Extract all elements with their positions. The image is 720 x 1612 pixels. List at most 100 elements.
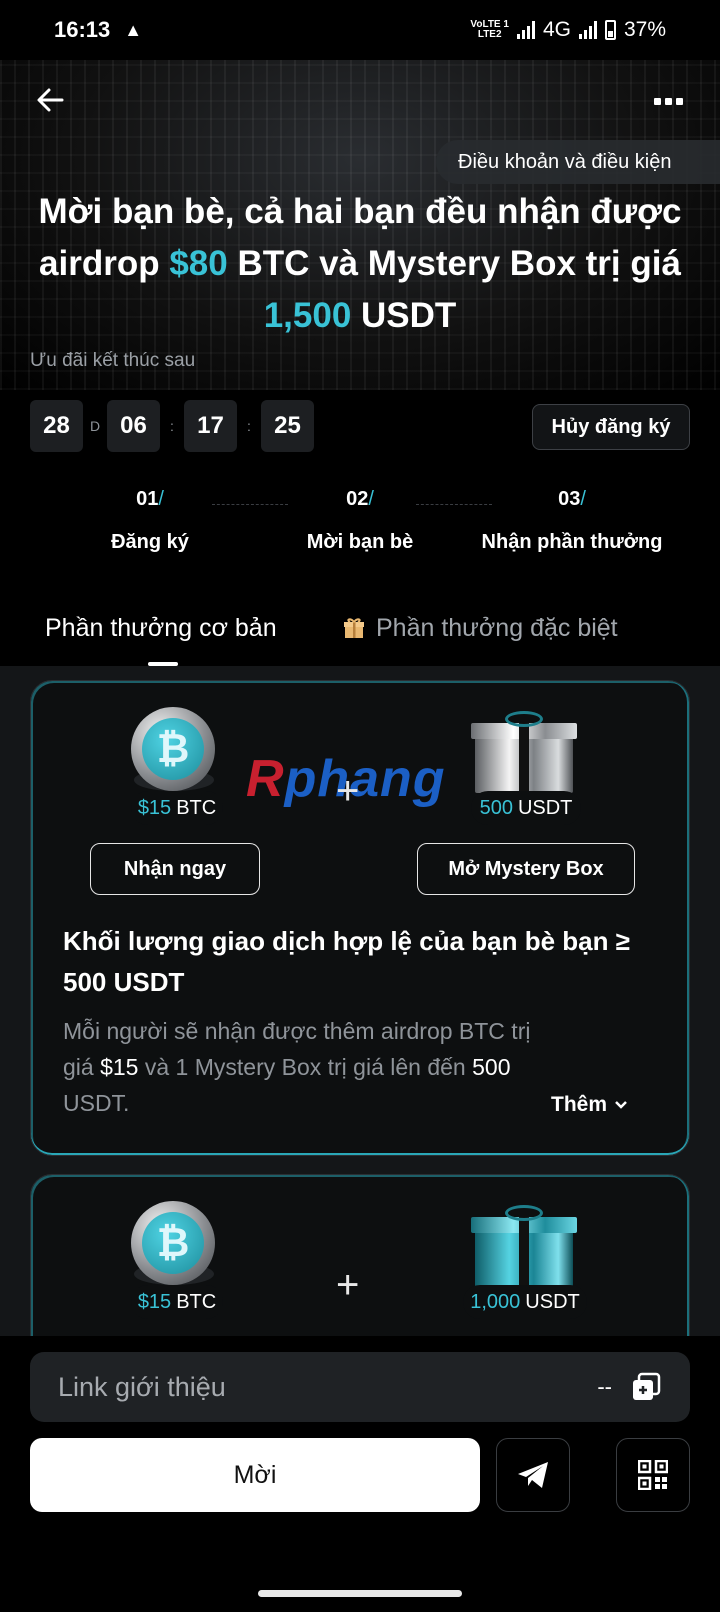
step-slash: /: [368, 488, 374, 510]
signal-2-icon: [578, 21, 597, 39]
back-arrow-icon[interactable]: [34, 84, 66, 116]
rewards-list[interactable]: ₿ $15 BTC Rphang + 500 USDT Nhận ngay Mở M…: [0, 666, 720, 1336]
status-bar: 16:13 ▲ VoLTE 1 LTE2 4G 37%: [0, 0, 720, 60]
step-slash: /: [580, 488, 586, 510]
step-number: 03/: [472, 488, 672, 511]
step-number: 01/: [100, 488, 200, 511]
step-divider: [212, 504, 288, 505]
countdown-label: Ưu đãi kết thúc sau: [30, 350, 196, 371]
qr-code-button[interactable]: [616, 1438, 690, 1512]
reward-card: ₿ $15 BTC + 1,000 USDT: [30, 1174, 690, 1336]
title-line-2: airdrop $80 BTC và Mystery Box trị giá: [20, 238, 700, 290]
qr-code-icon: [638, 1460, 668, 1490]
step-num-text: 03: [558, 488, 581, 510]
home-indicator[interactable]: [258, 1590, 462, 1597]
btc-reward-pill: $15 BTC: [131, 791, 223, 825]
box-unit: USDT: [517, 796, 573, 819]
box-unit: USDT: [525, 1290, 580, 1313]
step-invite: 02/ Mời bạn bè: [295, 488, 425, 554]
step-slash: /: [158, 488, 164, 510]
step-num-text: 02: [346, 488, 369, 510]
box-reward-pill: 500 USDT: [471, 791, 581, 825]
plus-sign: +: [336, 1263, 360, 1307]
step-label: Mời bạn bè: [306, 531, 414, 553]
title-line-3-post: USDT: [351, 296, 457, 335]
box-amount: 1,000: [470, 1290, 521, 1313]
countdown-sep: :: [170, 418, 174, 434]
tab-special-label: Phần thưởng đặc biệt: [376, 613, 618, 642]
desc-box: 500: [472, 1054, 511, 1080]
battery-icon: [604, 20, 616, 40]
bitcoin-icon: ₿: [131, 707, 215, 791]
days-unit: D: [89, 418, 101, 434]
airdrop-amount: $80: [169, 244, 228, 283]
card-title: Khối lượng giao dịch hợp lệ của bạn bè b…: [63, 926, 630, 997]
plus-sign: +: [336, 769, 360, 813]
status-time: 16:13: [54, 17, 111, 42]
claim-now-button[interactable]: Nhận ngay: [90, 843, 260, 895]
invite-button[interactable]: Mời: [30, 1438, 480, 1512]
countdown-sep: :: [247, 418, 251, 434]
countdown-seconds: 25: [261, 400, 314, 452]
step-label: Đăng ký: [111, 531, 189, 553]
referral-placeholder: Link giới thiệu: [58, 1371, 226, 1402]
share-telegram-button[interactable]: [496, 1438, 570, 1512]
battery-level: 37%: [623, 18, 666, 41]
signal-icon: [516, 21, 535, 39]
more-button[interactable]: Thêm: [551, 1093, 629, 1117]
bitcoin-icon: ₿: [131, 1201, 215, 1285]
referral-value: --: [597, 1374, 612, 1399]
terms-button[interactable]: Điều khoản và điều kiện: [436, 140, 720, 184]
bitcoin-symbol: ₿: [142, 1212, 204, 1274]
mystery-box-icon: [471, 1205, 577, 1287]
reward-tabs: Phần thưởng cơ bản Phần thưởng đặc biệt: [0, 590, 720, 666]
step-label: Nhận phần thưởng: [481, 531, 663, 553]
mystery-box-value: 1,500: [263, 296, 352, 335]
copy-icon[interactable]: [630, 1371, 662, 1403]
reward-card: ₿ $15 BTC Rphang + 500 USDT Nhận ngay Mở M…: [30, 680, 690, 1156]
gift-icon: [344, 618, 364, 638]
telegram-icon: [518, 1462, 548, 1488]
countdown-timer: 28 D 06 : 17 : 25: [30, 400, 314, 452]
alert-icon: ▲: [124, 19, 143, 40]
more-label: Thêm: [551, 1093, 608, 1116]
page-title: Mời bạn bè, cả hai bạn đều nhận được air…: [20, 186, 700, 342]
desc-part-2: và 1 Mystery Box trị giá lên đến: [138, 1054, 473, 1080]
countdown-days: 28: [30, 400, 83, 452]
bitcoin-symbol: ₿: [142, 718, 204, 780]
step-reward: 03/ Nhận phần thưởng: [472, 488, 672, 554]
btc-unit: BTC: [176, 1290, 217, 1313]
btc-amount: $15: [137, 1290, 172, 1313]
step-register: 01/ Đăng ký: [100, 488, 200, 554]
watermark-text: phang: [284, 750, 446, 808]
tab-basic-rewards[interactable]: Phần thưởng cơ bản: [45, 590, 277, 666]
unsubscribe-button[interactable]: Hủy đăng ký: [532, 404, 690, 450]
title-line-2-post: BTC và Mystery Box trị giá: [227, 244, 681, 283]
open-mystery-box-button[interactable]: Mở Mystery Box: [417, 843, 635, 895]
lte-bottom: LTE2: [477, 29, 502, 40]
countdown-hours: 06: [107, 400, 160, 452]
box-amount: 500: [479, 796, 513, 819]
chevron-down-icon: [615, 1101, 627, 1109]
referral-link-field[interactable]: Link giới thiệu --: [30, 1352, 690, 1422]
desc-part-3: USDT.: [63, 1090, 130, 1116]
more-icon[interactable]: [654, 86, 688, 116]
btc-reward-pill: $15 BTC: [131, 1285, 223, 1319]
desc-amount: $15: [100, 1054, 139, 1080]
btc-unit: BTC: [176, 796, 217, 819]
step-number: 02/: [295, 488, 425, 511]
countdown-minutes: 17: [184, 400, 237, 452]
btc-amount: $15: [137, 796, 172, 819]
tab-special-rewards[interactable]: Phần thưởng đặc biệt: [342, 590, 618, 666]
step-num-text: 01: [136, 488, 159, 510]
title-line-1: Mời bạn bè, cả hai bạn đều nhận được: [38, 192, 682, 231]
box-reward-pill: 1,000 USDT: [463, 1285, 587, 1319]
title-line-2-pre: airdrop: [39, 244, 170, 283]
title-line-3: 1,500 USDT: [20, 290, 700, 342]
mystery-box-icon: [471, 711, 577, 793]
network-type: 4G: [542, 18, 571, 41]
card-description: Mỗi người sẽ nhận được thêm airdrop BTC …: [63, 1013, 533, 1121]
watermark-r: R: [246, 750, 285, 808]
lte-indicator: VoLTE 1 LTE2: [470, 20, 509, 40]
status-icons: VoLTE 1 LTE2 4G 37%: [470, 18, 666, 42]
